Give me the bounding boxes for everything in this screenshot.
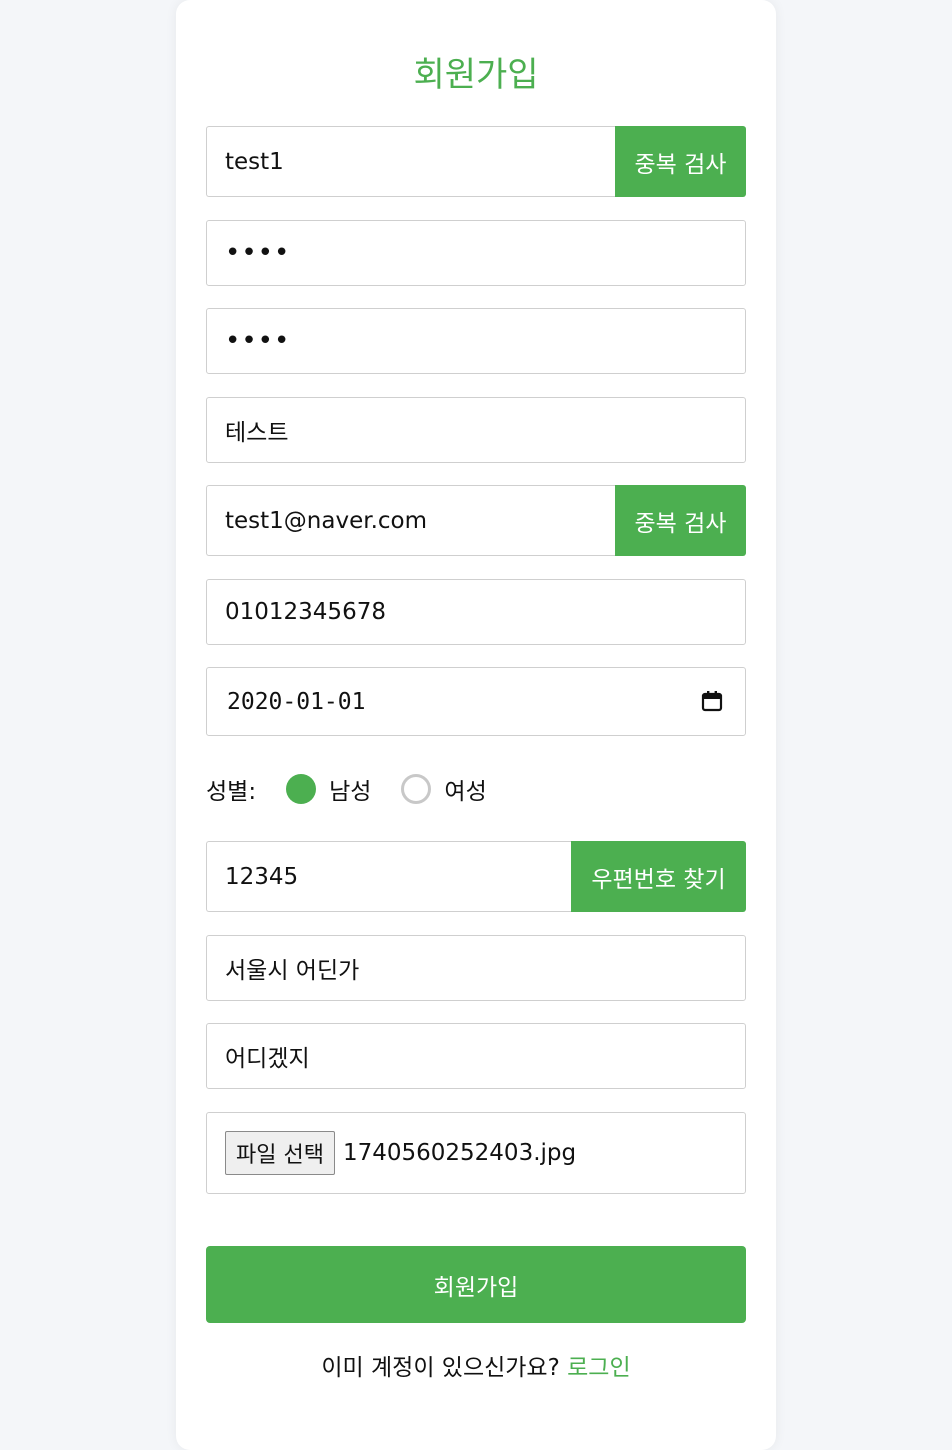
file-name: 1740560252403.jpg xyxy=(342,1140,577,1166)
gender-male-radio[interactable] xyxy=(286,774,317,804)
login-prompt-text: 이미 계정이 있으신가요? xyxy=(321,1355,560,1381)
phone-input[interactable]: 01012345678 xyxy=(206,579,746,645)
zipcode-input[interactable]: 12345 xyxy=(206,841,571,912)
gender-group: 성별: 남성 여성 xyxy=(206,770,487,808)
address-detail-input[interactable]: 어디겠지 xyxy=(206,1023,746,1089)
profile-file-input: 파일 선택 1740560252403.jpg xyxy=(206,1112,746,1194)
address-input[interactable]: 서울시 어딘가 xyxy=(206,935,746,1001)
id-row: test1 중복 검사 xyxy=(206,126,746,197)
id-input[interactable]: test1 xyxy=(206,126,615,197)
signup-card: 회원가입 test1 중복 검사 •••• •••• 테스트 test1@nav… xyxy=(176,0,776,1450)
gender-label: 성별: xyxy=(206,779,257,805)
gender-female-label: 여성 xyxy=(444,779,487,805)
name-input[interactable]: 테스트 xyxy=(206,397,746,463)
gender-female-radio[interactable] xyxy=(401,774,432,804)
email-duplicate-check-button[interactable]: 중복 검사 xyxy=(615,485,746,556)
gender-male-label: 남성 xyxy=(329,779,372,805)
login-prompt: 이미 계정이 있으신가요? 로그인 xyxy=(176,1348,776,1382)
email-row: test1@naver.com 중복 검사 xyxy=(206,485,746,556)
page-title: 회원가입 xyxy=(413,55,539,95)
birthdate-value: 2020-01-01 xyxy=(227,688,366,715)
file-select-button[interactable]: 파일 선택 xyxy=(225,1131,335,1175)
password-confirm-value: •••• xyxy=(225,326,291,356)
zipcode-row: 12345 우편번호 찾기 xyxy=(206,841,746,912)
id-duplicate-check-button[interactable]: 중복 검사 xyxy=(615,126,746,197)
calendar-icon[interactable] xyxy=(701,690,723,712)
password-input[interactable]: •••• xyxy=(206,220,746,286)
birthdate-input[interactable]: 2020-01-01 xyxy=(206,667,746,736)
login-link[interactable]: 로그인 xyxy=(567,1355,630,1381)
signup-submit-button[interactable]: 회원가입 xyxy=(206,1246,746,1323)
password-confirm-input[interactable]: •••• xyxy=(206,308,746,374)
zipcode-search-button[interactable]: 우편번호 찾기 xyxy=(571,841,746,912)
email-input[interactable]: test1@naver.com xyxy=(206,485,615,556)
password-value: •••• xyxy=(225,238,291,268)
